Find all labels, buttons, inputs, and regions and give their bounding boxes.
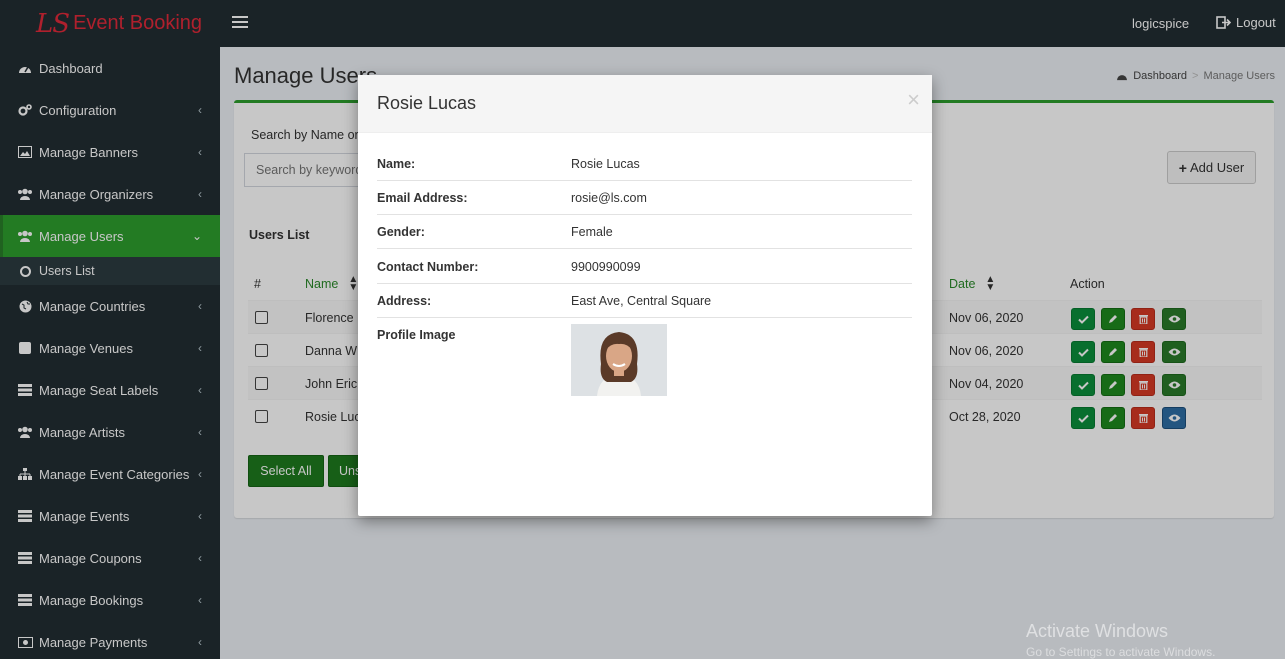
detail-value: East Ave, Central Square <box>571 294 712 308</box>
modal-title: Rosie Lucas <box>377 93 477 113</box>
detail-row-address: Address: East Ave, Central Square <box>377 284 912 318</box>
detail-value: Female <box>571 225 613 239</box>
detail-value: 9900990099 <box>571 260 641 274</box>
close-icon[interactable]: × <box>907 89 920 111</box>
windows-watermark-title: Activate Windows <box>1026 621 1169 641</box>
detail-label: Name: <box>377 157 416 171</box>
profile-image <box>571 324 667 396</box>
windows-watermark-subtitle: Go to Settings to activate Windows. <box>1026 645 1216 659</box>
detail-label: Profile Image <box>377 328 456 342</box>
detail-row-contact: Contact Number: 9900990099 <box>377 250 912 284</box>
detail-value: rosie@ls.com <box>571 191 647 205</box>
modal-header: Rosie Lucas × <box>358 75 932 133</box>
detail-row-email: Email Address: rosie@ls.com <box>377 181 912 215</box>
detail-value: Rosie Lucas <box>571 157 640 171</box>
detail-label: Contact Number: <box>377 260 479 274</box>
detail-label: Address: <box>377 294 432 308</box>
detail-row-name: Name: Rosie Lucas <box>377 147 912 181</box>
detail-label: Gender: <box>377 225 425 239</box>
user-details-modal: Rosie Lucas × Name: Rosie Lucas Email Ad… <box>358 75 932 516</box>
detail-label: Email Address: <box>377 191 468 205</box>
detail-row-gender: Gender: Female <box>377 215 912 249</box>
